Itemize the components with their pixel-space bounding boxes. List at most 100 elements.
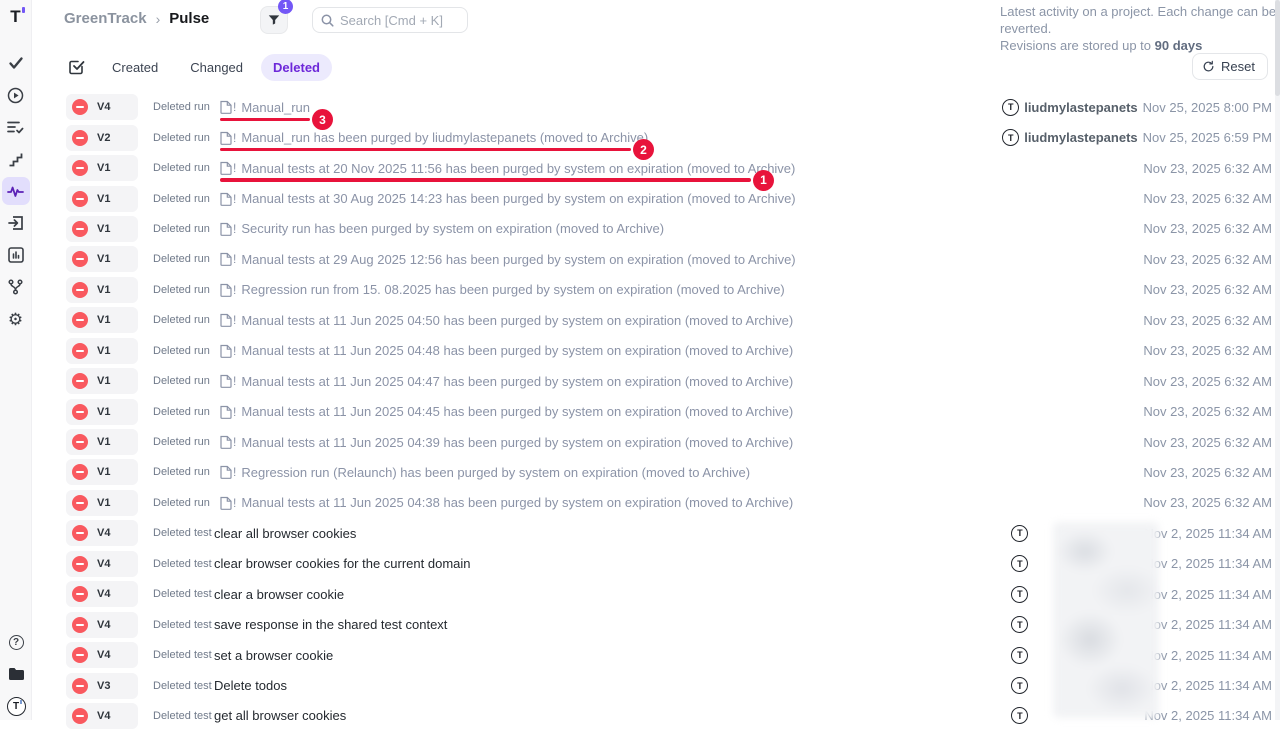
sidebar-item-settings[interactable]: ⚙ xyxy=(2,305,30,333)
minus-bar xyxy=(76,593,84,595)
revision-text: Manual tests at 11 Jun 2025 04:48 has be… xyxy=(241,343,793,358)
reset-label: Reset xyxy=(1221,59,1255,74)
version-label: V1 xyxy=(97,497,110,509)
revision-text: Manual_run has been purged by liudmylast… xyxy=(241,130,648,145)
revision-row[interactable]: V1Deleted run!Manual tests at 11 Jun 202… xyxy=(32,336,1280,366)
funnel-icon xyxy=(267,13,281,27)
revision-row[interactable]: V1Deleted run!Manual tests at 30 Aug 202… xyxy=(32,183,1280,213)
file-alert-icon: ! xyxy=(220,100,236,114)
revision-text: Manual tests at 30 Aug 2025 14:23 has be… xyxy=(241,191,795,206)
version-label: V1 xyxy=(97,162,110,174)
pulse-icon xyxy=(7,184,24,198)
projects-button[interactable] xyxy=(2,660,30,688)
sidebar-item-tasks[interactable] xyxy=(2,49,30,77)
list-check-icon xyxy=(7,120,24,135)
revision-row[interactable]: V1Deleted run!Regression run from 15. 08… xyxy=(32,275,1280,305)
revision-row[interactable]: V1Deleted run!Manual tests at 29 Aug 202… xyxy=(32,244,1280,274)
change-kind-label: Deleted run xyxy=(153,345,210,357)
page-description: Latest activity on a project. Each chang… xyxy=(1000,3,1280,54)
version-label: V1 xyxy=(97,406,110,418)
folder-icon xyxy=(8,667,25,681)
sidebar-item-pulse[interactable] xyxy=(2,177,30,205)
revision-text: Manual_run xyxy=(241,100,310,115)
timestamp: Nov 23, 2025 6:32 AM xyxy=(1143,374,1272,389)
deleted-minus-icon xyxy=(72,404,88,420)
timestamp: Nov 23, 2025 6:32 AM xyxy=(1143,221,1272,236)
sidebar-item-import[interactable] xyxy=(2,209,30,237)
revision-row[interactable]: V1Deleted run!Manual tests at 11 Jun 202… xyxy=(32,427,1280,457)
left-sidebar: T xyxy=(0,0,32,720)
help-button[interactable]: ? xyxy=(2,628,30,656)
minus-bar xyxy=(76,471,84,473)
revision-row[interactable]: V1 Deleted run! Manual tests at 11 Jun 202… xyxy=(32,488,1280,518)
minus-bar xyxy=(76,258,84,260)
timestamp: Nov 23, 2025 6:32 AM xyxy=(1143,252,1272,267)
timestamp: Nov 2, 2025 11:34 AM xyxy=(1144,556,1272,571)
vertical-scrollbar[interactable] xyxy=(1275,0,1280,720)
file-alert-icon: ! xyxy=(220,344,236,358)
version-badge: V4 xyxy=(66,581,138,607)
change-kind-label: Deleted run xyxy=(153,436,210,448)
revision-text: save response in the shared test context xyxy=(214,617,447,632)
minus-bar xyxy=(76,228,84,230)
file-alert-icon: ! xyxy=(220,222,236,236)
revision-row[interactable]: V1Deleted run!Manual tests at 11 Jun 202… xyxy=(32,366,1280,396)
version-badge: V1 xyxy=(66,307,138,333)
play-circle-icon xyxy=(7,87,24,104)
minus-bar xyxy=(76,137,84,139)
revision-row[interactable]: V1Deleted run!Security run has been purg… xyxy=(32,214,1280,244)
change-kind-label: Deleted test xyxy=(153,588,210,600)
deleted-minus-icon xyxy=(72,464,88,480)
change-kind-label: Deleted run xyxy=(153,497,210,509)
file-alert-icon: ! xyxy=(220,496,236,510)
minus-bar xyxy=(76,502,84,504)
scrollbar-thumb[interactable] xyxy=(1275,0,1280,96)
version-badge: V1 xyxy=(66,429,138,455)
account-button[interactable]: T xyxy=(2,692,30,720)
minus-bar xyxy=(76,167,84,169)
breadcrumb-project[interactable]: GreenTrack xyxy=(64,10,147,27)
timestamp: Nov 25, 2025 6:59 PM xyxy=(1143,130,1272,145)
annotation-underline xyxy=(220,178,751,182)
change-kind-label: Deleted test xyxy=(153,680,210,692)
sidebar-item-branches[interactable] xyxy=(2,273,30,301)
app-logo[interactable]: T xyxy=(0,0,32,34)
version-badge: V1 xyxy=(66,490,138,516)
version-badge: V2 xyxy=(66,125,138,151)
tab-deleted[interactable]: Deleted xyxy=(261,54,332,81)
change-kind-label: Deleted test xyxy=(153,710,210,722)
redacted-username-region xyxy=(1053,522,1159,718)
minus-bar xyxy=(76,441,84,443)
revision-row[interactable]: V1Deleted run!Regression run (Relaunch) … xyxy=(32,457,1280,487)
tab-changed[interactable]: Changed xyxy=(178,54,255,81)
search-input[interactable] xyxy=(340,13,450,28)
version-badge: V4 xyxy=(66,703,138,729)
minus-bar xyxy=(76,563,84,565)
deleted-minus-icon xyxy=(72,221,88,237)
reset-button[interactable]: Reset xyxy=(1192,53,1268,80)
sidebar-item-steps[interactable] xyxy=(2,145,30,173)
deleted-minus-icon xyxy=(72,160,88,176)
deleted-minus-icon xyxy=(72,708,88,724)
minus-bar xyxy=(76,106,84,108)
sidebar-item-runs[interactable] xyxy=(2,81,30,109)
account-avatar-icon: T xyxy=(7,697,26,716)
search-box[interactable] xyxy=(312,7,468,33)
minus-bar xyxy=(76,654,84,656)
version-label: V1 xyxy=(97,223,110,235)
sidebar-item-checklist[interactable] xyxy=(2,113,30,141)
timestamp: Nov 23, 2025 6:32 AM xyxy=(1143,404,1272,419)
version-badge: V4 xyxy=(66,520,138,546)
revision-text: Manual tests at 11 Jun 2025 04:38 has be… xyxy=(241,495,793,510)
select-all-button[interactable] xyxy=(69,59,85,75)
version-label: V4 xyxy=(97,527,110,539)
sidebar-item-reports[interactable] xyxy=(2,241,30,269)
version-badge: V1 xyxy=(66,459,138,485)
minus-bar xyxy=(76,198,84,200)
deleted-minus-icon xyxy=(72,99,88,115)
change-kind-label: Deleted run xyxy=(153,132,210,144)
revision-row[interactable]: V1Deleted run!Manual tests at 11 Jun 202… xyxy=(32,305,1280,335)
deleted-minus-icon xyxy=(72,678,88,694)
tab-created[interactable]: Created xyxy=(100,54,170,81)
revision-row[interactable]: V1Deleted run!Manual tests at 11 Jun 202… xyxy=(32,396,1280,426)
